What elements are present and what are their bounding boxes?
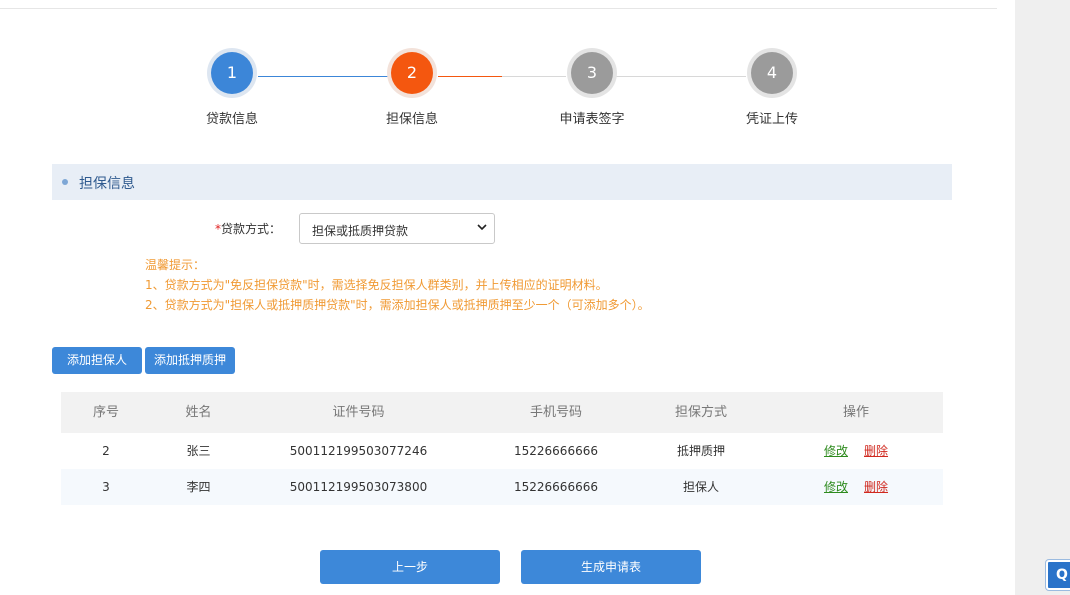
delete-link[interactable]: 删除 — [864, 480, 888, 494]
floating-widget-button[interactable]: Q — [1046, 560, 1070, 590]
cell-name: 李四 — [186, 480, 211, 494]
chevron-down-icon — [477, 224, 487, 231]
table-row: 3 李四 500112199503073800 15226666666 担保人 … — [61, 469, 943, 505]
step-4-circle: 4 — [751, 52, 793, 94]
table-row: 2 张三 500112199503077246 15226666666 抵押质押… — [61, 433, 943, 469]
header-name: 姓名 — [185, 405, 212, 420]
loan-method-select[interactable]: 担保或抵质押贷款 — [299, 213, 495, 244]
loan-method-value: 担保或抵质押贷款 — [312, 224, 409, 238]
step-4-label: 凭证上传 — [745, 112, 798, 127]
cell-phone: 15226666666 — [514, 480, 598, 494]
top-divider — [0, 8, 997, 9]
prev-step-button[interactable]: 上一步 — [320, 550, 500, 584]
section-title: 担保信息 — [79, 176, 135, 192]
step-1-circle: 1 — [211, 52, 253, 94]
step-1-label: 贷款信息 — [205, 112, 258, 127]
step-4: 4 凭证上传 — [712, 52, 832, 127]
right-side-panel — [1015, 0, 1070, 595]
cell-actions: 修改 删除 — [761, 433, 951, 469]
tips-line-2: 2、贷款方式为"担保人或抵押质押贷款"时，需添加担保人或抵押质押至少一个（可添加… — [145, 298, 650, 312]
header-method: 担保方式 — [674, 405, 727, 420]
cell-method: 抵押质押 — [676, 444, 725, 458]
edit-link[interactable]: 修改 — [824, 444, 848, 458]
header-phone: 手机号码 — [529, 405, 582, 420]
step-3-circle: 3 — [571, 52, 613, 94]
tips-line-1: 1、贷款方式为"免反担保贷款"时，需选择免反担保人群类别，并上传相应的证明材料。 — [145, 278, 608, 292]
header-actions: 操作 — [842, 405, 869, 420]
cell-name: 张三 — [186, 444, 211, 458]
cell-method: 担保人 — [682, 480, 719, 494]
section-header: 担保信息 — [52, 164, 952, 200]
header-no: 序号 — [92, 405, 119, 420]
delete-link[interactable]: 删除 — [864, 444, 888, 458]
tips-block: 温馨提示： 1、贷款方式为"免反担保贷款"时，需选择免反担保人群类别，并上传相应… — [145, 255, 650, 315]
cell-id-number: 500112199503077246 — [289, 444, 428, 458]
cell-actions: 修改 删除 — [761, 469, 951, 505]
step-3-label: 申请表签字 — [559, 112, 625, 127]
step-1: 1 贷款信息 — [172, 52, 292, 127]
loan-method-label-text: 贷款方式： — [221, 222, 282, 236]
table-header-row: 序号 姓名 证件号码 手机号码 担保方式 操作 — [61, 392, 943, 433]
add-collateral-button[interactable]: 添加抵押质押 — [145, 347, 235, 374]
step-2-label: 担保信息 — [385, 112, 438, 127]
loan-method-label: *贷款方式： — [215, 220, 281, 237]
cell-no: 3 — [102, 480, 110, 494]
step-2-circle: 2 — [391, 52, 433, 94]
guarantee-table: 序号 姓名 证件号码 手机号码 担保方式 操作 2 张三 50011219950… — [61, 392, 943, 505]
step-2: 2 担保信息 — [352, 52, 472, 127]
tips-title: 温馨提示： — [145, 258, 206, 272]
header-id-number: 证件号码 — [332, 405, 385, 420]
step-3: 3 申请表签字 — [532, 52, 652, 127]
bullet-icon — [62, 179, 68, 185]
cell-id-number: 500112199503073800 — [289, 480, 428, 494]
edit-link[interactable]: 修改 — [824, 480, 848, 494]
add-guarantor-button[interactable]: 添加担保人 — [52, 347, 142, 374]
cell-phone: 15226666666 — [514, 444, 598, 458]
cell-no: 2 — [102, 444, 110, 458]
generate-application-button[interactable]: 生成申请表 — [521, 550, 701, 584]
